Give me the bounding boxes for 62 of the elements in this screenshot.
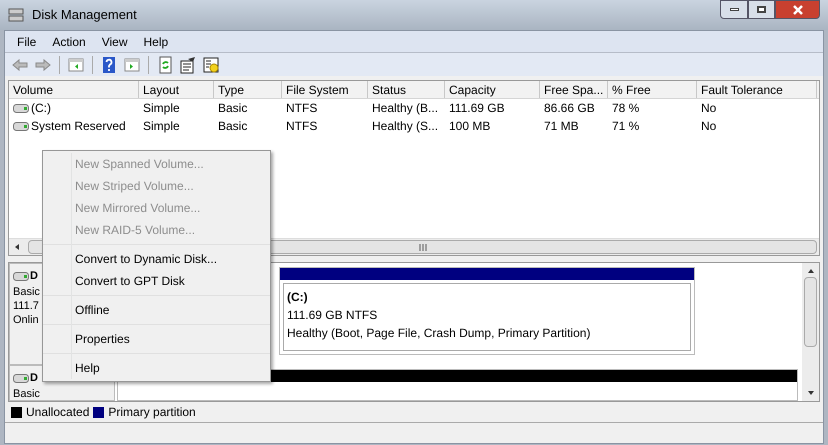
disk-info: Basic [13,386,40,400]
menu-entry[interactable]: Offline [43,299,270,321]
disk-name: D [30,371,38,386]
table-cell-text: NTFS [286,100,318,117]
menu-entry[interactable]: Help [43,357,270,379]
drive-icon [13,122,29,130]
menu-item[interactable]: View [94,32,136,50]
grip-icon [418,244,426,250]
column-header[interactable]: Free Spa... [540,81,608,98]
menu-entry[interactable]: Properties [43,328,270,350]
partition-status: Healthy (Boot, Page File, Crash Dump, Primary Partition) [287,325,592,342]
column-header[interactable]: Capacity [445,81,540,98]
column-header[interactable]: Volume [9,81,139,98]
partition-size: 111.69 GB NTFS [287,307,378,324]
table-cell-text: Basic [218,118,248,135]
table-cell-text: 78 % [612,100,640,117]
menu-item[interactable]: File [9,32,44,50]
window-title: Disk Management [32,6,137,24]
column-header[interactable]: % Free [608,81,697,98]
table-cell-text: Simple [143,118,180,135]
table-cell-text: 111.69 GB [449,100,505,117]
partition-block[interactable]: (C:) 111.69 GB NTFS Healthy (Boot, Page File, Crash Dump, Primary Partition) [279,267,695,355]
minimize-button[interactable] [720,0,748,19]
disk-info: Onlin [13,312,39,326]
table-cell-text: 71 % [612,118,640,135]
table-cell-text: 71 MB [544,118,579,135]
table-cell-text: NTFS [286,118,318,135]
legend-label: Unallocated [26,404,90,421]
close-button[interactable] [775,0,820,19]
disk-info: Basic [13,284,40,298]
column-header[interactable]: Layout [139,81,214,98]
column-header[interactable]: Fault Tolerance [697,81,817,98]
legend-label: Primary partition [108,404,196,421]
table-cell-text: Simple [143,100,180,117]
maximize-button[interactable] [748,0,775,19]
column-header[interactable]: File System [282,81,368,98]
table-cell-text: Basic [218,100,248,117]
menu-item[interactable]: Help [136,32,176,50]
up-arrow-icon[interactable] [806,267,814,275]
close-icon [792,4,804,14]
menu-entry[interactable]: Convert to GPT Disk [43,270,270,292]
scrollbar-thumb[interactable] [804,277,817,347]
partition-label: (C:) [287,289,309,306]
down-arrow-icon[interactable] [806,389,814,397]
column-header[interactable]: Status [368,81,445,98]
table-cell-text: Healthy (S... [372,118,438,135]
drive-icon [13,272,29,281]
app-icon [8,8,24,22]
drive-icon [13,104,29,112]
table-cell-text: No [701,100,716,117]
disk-name: D [30,269,38,284]
table-cell-text: (C:) [31,100,51,117]
table-cell-text: System Reserved [31,118,126,135]
column-header[interactable]: Type [214,81,282,98]
disk-info: 111.7 [13,298,39,312]
menu-entry[interactable]: Convert to Dynamic Disk... [43,248,270,270]
menu-item[interactable]: Action [44,32,94,50]
table-cell-text: No [701,118,716,135]
table-cell-text: 86.66 GB [544,100,595,117]
drive-icon [13,374,29,383]
table-cell-text: 100 MB [449,118,490,135]
table-cell-text: Healthy (B... [372,100,438,117]
